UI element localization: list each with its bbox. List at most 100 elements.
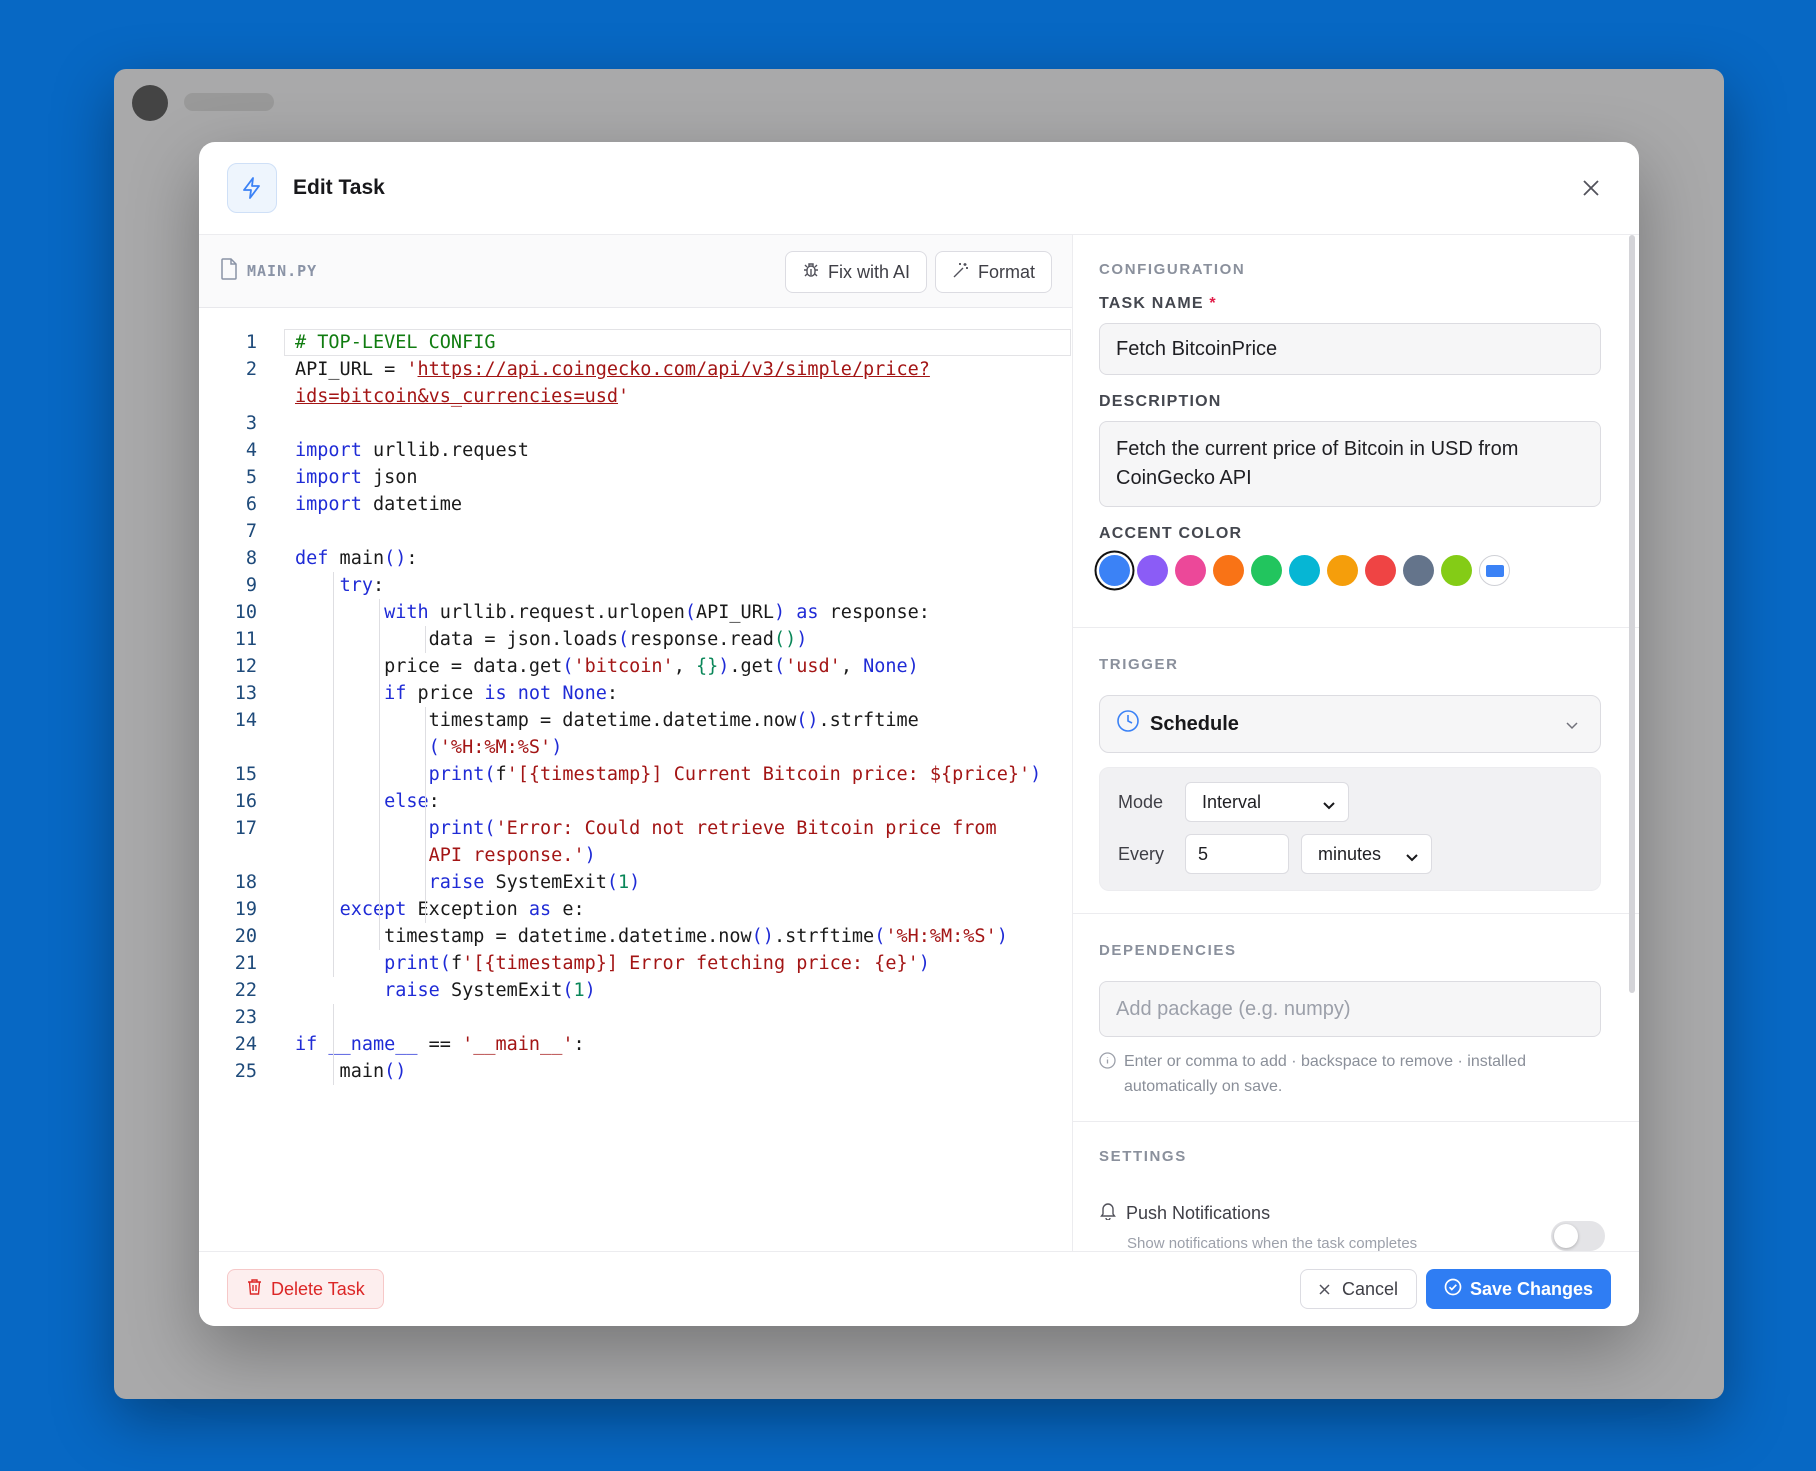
line-number: 2 [245,359,257,380]
code-text: if price is not None: [384,683,619,704]
cancel-button[interactable]: Cancel [1299,1269,1417,1309]
indent-guide [425,707,426,923]
trigger-type-select[interactable]: Schedule [1099,695,1601,753]
code-line[interactable]: 20 timestamp = datetime.datetime.now().s… [199,923,1072,950]
code-line[interactable]: 9 try: [199,572,1072,599]
line-number: 24 [234,1034,257,1055]
code-text: main() [295,1061,407,1082]
code-line[interactable]: 3 [199,410,1072,437]
code-line[interactable]: 7 [199,518,1072,545]
line-number: 13 [234,683,257,704]
accent-swatch[interactable] [1175,555,1206,586]
code-text: API_URL = 'https://api.coingecko.com/api… [295,359,930,380]
app-logo [132,85,168,121]
line-number: 15 [234,764,257,785]
settings-title: SETTINGS [1099,1148,1187,1165]
push-notifications-row: Push Notifications [1099,1201,1605,1225]
accent-swatch[interactable] [1327,555,1358,586]
line-number: 20 [234,926,257,947]
code-line[interactable]: 1 # TOP-LEVEL CONFIG [199,329,1072,356]
accent-swatch[interactable] [1137,555,1168,586]
line-number: 23 [234,1007,257,1028]
trigger-section: TRIGGER Schedule Mode Interval Every 5 m… [1073,628,1639,914]
code-text: def main(): [295,548,418,569]
accent-swatch[interactable] [1251,555,1282,586]
save-changes-button[interactable]: Save Changes [1425,1269,1611,1309]
code-line[interactable]: 18 raise SystemExit(1) [199,869,1072,896]
code-text: price = data.get('bitcoin', {}).get('usd… [295,656,919,677]
code-line[interactable]: 24 if __name__ == '__main__': [199,1031,1072,1058]
trash-icon [246,1278,263,1301]
modal-header: Edit Task [199,142,1639,235]
code-line[interactable]: ids=bitcoin&vs_currencies=usd' [199,383,1072,410]
code-line[interactable]: 25 main() [199,1058,1072,1085]
code-line[interactable]: API response.') [199,842,1072,869]
code-line[interactable]: 5 import json [199,464,1072,491]
accent-swatches [1099,555,1605,586]
line-number: 5 [245,467,257,488]
code-line[interactable]: 12 price = data.get('bitcoin', {}).get('… [199,653,1072,680]
indent-guide [333,572,334,977]
code-line[interactable]: 14 timestamp = datetime.datetime.now().s… [199,707,1072,734]
code-line[interactable]: 21 print(f'[{timestamp}] Error fetching … [199,950,1072,977]
chevron-down-icon [1322,796,1336,817]
dependencies-title: DEPENDENCIES [1099,942,1237,959]
edit-task-modal: Edit Task MAIN.PY Fix with AI Format 1 #… [199,142,1639,1326]
code-text: raise SystemExit(1) [384,980,596,1001]
code-area[interactable]: 1 # TOP-LEVEL CONFIG 2 API_URL = 'https://a… [199,308,1072,1251]
line-number: 18 [234,872,257,893]
code-line[interactable]: 22 raise SystemExit(1) [199,977,1072,1004]
dependency-input[interactable]: Add package (e.g. numpy) [1099,981,1601,1037]
task-name-input[interactable]: Fetch BitcoinPrice [1099,323,1601,375]
close-icon[interactable] [1579,176,1603,200]
code-line[interactable]: 10 with urllib.request.urlopen(API_URL) … [199,599,1072,626]
push-notifications-description: Show notifications when the task complet… [1127,1235,1418,1251]
code-text: else: [384,791,440,812]
task-name-label: TASK NAME * [1099,295,1605,313]
accent-swatch[interactable] [1213,555,1244,586]
every-input[interactable]: 5 [1185,834,1289,874]
push-notifications-toggle[interactable] [1551,1221,1605,1251]
code-text: if __name__ == '__main__': [295,1034,585,1055]
code-line[interactable]: 8 def main(): [199,545,1072,572]
code-text: try: [339,575,385,596]
code-text: import datetime [295,494,463,515]
code-line[interactable]: 15 print(f'[{timestamp}] Current Bitcoin… [199,761,1072,788]
code-text: # TOP-LEVEL CONFIG [295,332,496,353]
accent-swatch[interactable] [1441,555,1472,586]
code-line[interactable]: 4 import urllib.request [199,437,1072,464]
code-text: with urllib.request.urlopen(API_URL) as … [384,602,930,623]
code-line[interactable]: 17 print('Error: Could not retrieve Bitc… [199,815,1072,842]
delete-task-button[interactable]: Delete Task [227,1269,384,1309]
config-scrollbar[interactable] [1629,235,1635,993]
delete-task-label: Delete Task [271,1278,365,1299]
custom-color-picker[interactable] [1479,555,1510,586]
mode-select[interactable]: Interval [1185,782,1349,822]
code-line[interactable]: 13 if price is not None: [199,680,1072,707]
file-name: MAIN.PY [247,262,318,280]
fix-with-ai-button[interactable]: Fix with AI [784,251,927,293]
unit-select[interactable]: minutes [1301,834,1432,874]
magic-wand-icon [952,261,970,284]
code-text: print(f'[{timestamp}] Error fetching pri… [384,953,930,974]
editor-toolbar: MAIN.PY Fix with AI Format [199,235,1072,308]
code-line[interactable]: 19 except Exception as e: [199,896,1072,923]
code-text: timestamp = datetime.datetime.now().strf… [295,926,1008,947]
accent-swatch[interactable] [1403,555,1434,586]
indent-guide [333,1004,334,1085]
accent-swatch[interactable] [1365,555,1396,586]
code-line[interactable]: 2 API_URL = 'https://api.coingecko.com/ap… [199,356,1072,383]
accent-swatch[interactable] [1289,555,1320,586]
code-line[interactable]: ('%H:%M:%S') [199,734,1072,761]
code-line[interactable]: 23 [199,1004,1072,1031]
code-line[interactable]: 16 else: [199,788,1072,815]
description-input[interactable]: Fetch the current price of Bitcoin in US… [1099,421,1601,507]
dependencies-hint-text: Enter or comma to add · backspace to rem… [1124,1053,1526,1095]
code-text: import urllib.request [295,440,529,461]
code-line[interactable]: 11 data = json.loads(response.read()) [199,626,1072,653]
line-number: 17 [234,818,257,839]
accent-swatch[interactable] [1099,555,1130,586]
format-button[interactable]: Format [934,251,1052,293]
code-line[interactable]: 6 import datetime [199,491,1072,518]
